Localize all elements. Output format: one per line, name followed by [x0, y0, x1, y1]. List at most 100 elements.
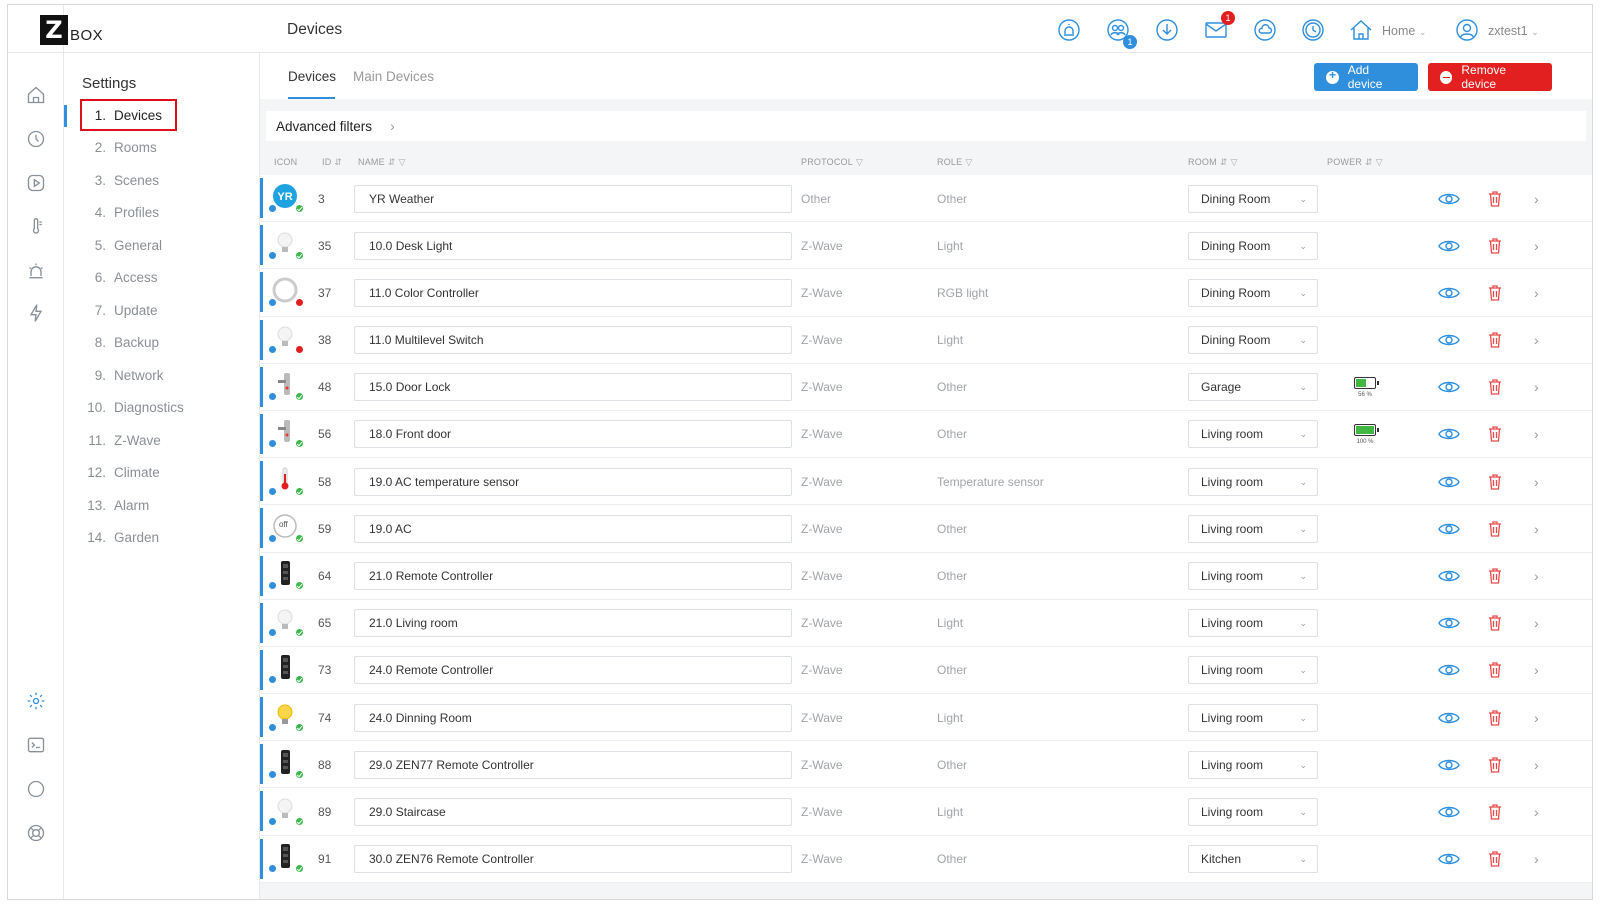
view-eye-icon[interactable]	[1438, 175, 1460, 222]
settings-nav-item-backup[interactable]: 8. Backup	[64, 327, 259, 360]
settings-nav-item-garden[interactable]: 14. Garden	[64, 522, 259, 555]
col-protocol[interactable]: PROTOCOL ▽	[801, 157, 863, 168]
delete-trash-icon[interactable]	[1488, 269, 1502, 316]
table-row[interactable]: 65 21.0 Living room Z-Wave Light Living room…	[260, 599, 1592, 647]
sort-icon[interactable]: ⇵	[388, 157, 396, 167]
settings-nav-item-climate[interactable]: 12. Climate	[64, 457, 259, 490]
filter-icon[interactable]: ▽	[399, 157, 406, 167]
user-menu[interactable]: zxtest1 ⌄	[1488, 24, 1539, 38]
chevron-right-icon[interactable]: ›	[1534, 505, 1539, 552]
device-name-input[interactable]: 15.0 Door Lock	[354, 373, 792, 402]
room-select[interactable]: Living room ⌄	[1188, 562, 1318, 590]
settings-nav-item-rooms[interactable]: 2. Rooms	[64, 132, 259, 165]
tab-devices[interactable]: Devices	[288, 69, 336, 84]
help-icon[interactable]	[24, 821, 48, 845]
device-name-input[interactable]: 19.0 AC temperature sensor	[354, 467, 792, 496]
col-id[interactable]: ID ⇵	[322, 157, 342, 168]
settings-nav-item-access[interactable]: 6. Access	[64, 262, 259, 295]
table-row[interactable]: off 59 19.0 AC Z-Wave Other Living room ⌄ ›	[260, 505, 1592, 553]
device-name-input[interactable]: 29.0 Staircase	[354, 797, 792, 826]
users-icon[interactable]: 1	[1105, 17, 1137, 49]
chevron-right-icon[interactable]: ›	[1534, 836, 1539, 883]
device-name-input[interactable]: 30.0 ZEN76 Remote Controller	[354, 845, 792, 874]
room-select[interactable]: Living room ⌄	[1188, 467, 1318, 496]
room-select[interactable]: Dining Room ⌄	[1188, 184, 1318, 213]
col-room[interactable]: ROOM ⇵ ▽	[1188, 157, 1238, 168]
settings-nav-item-diagnostics[interactable]: 10. Diagnostics	[64, 392, 259, 425]
settings-nav-item-network[interactable]: 9. Network	[64, 359, 259, 392]
col-power[interactable]: POWER ⇵ ▽	[1327, 157, 1383, 168]
user-avatar-icon[interactable]	[1454, 17, 1480, 43]
chevron-right-icon[interactable]: ›	[1534, 269, 1539, 316]
device-name-input[interactable]: 18.0 Front door	[354, 420, 792, 449]
col-role[interactable]: ROLE ▽	[937, 157, 972, 168]
chevron-right-icon[interactable]: ›	[1534, 175, 1539, 222]
view-eye-icon[interactable]	[1438, 222, 1460, 269]
room-select[interactable]: Dining Room ⌄	[1188, 326, 1318, 355]
view-eye-icon[interactable]	[1438, 647, 1460, 694]
chevron-right-icon[interactable]: ›	[1534, 741, 1539, 788]
delete-trash-icon[interactable]	[1488, 317, 1502, 364]
device-name-input[interactable]: 11.0 Multilevel Switch	[354, 326, 792, 355]
settings-nav-item-alarm[interactable]: 13. Alarm	[64, 489, 259, 522]
view-eye-icon[interactable]	[1438, 741, 1460, 788]
chevron-right-icon[interactable]: ›	[1534, 600, 1539, 647]
room-select[interactable]: Living room ⌄	[1188, 656, 1318, 685]
table-row[interactable]: 88 29.0 ZEN77 Remote Controller Z-Wave Othe…	[260, 741, 1592, 789]
view-eye-icon[interactable]	[1438, 553, 1460, 600]
delete-trash-icon[interactable]	[1488, 694, 1502, 741]
alarm-status-icon[interactable]	[1056, 17, 1082, 43]
settings-nav-item-general[interactable]: 5. General	[64, 229, 259, 262]
table-row[interactable]: 74 24.0 Dinning Room Z-Wave Light Living roo…	[260, 694, 1592, 742]
room-select[interactable]: Living room ⌄	[1188, 797, 1318, 826]
settings-nav-item-update[interactable]: 7. Update	[64, 294, 259, 327]
chevron-right-icon[interactable]: ›	[1534, 364, 1539, 411]
filter-icon[interactable]: ▽	[856, 157, 863, 167]
add-device-button[interactable]: Add device	[1314, 63, 1418, 91]
sort-icon[interactable]: ⇵	[334, 157, 342, 167]
chevron-right-icon[interactable]: ›	[1534, 222, 1539, 269]
view-eye-icon[interactable]	[1438, 505, 1460, 552]
home-icon[interactable]	[24, 83, 48, 107]
settings-gear-icon[interactable]	[24, 689, 48, 713]
table-row[interactable]: 56 18.0 Front door Z-Wave Other Living room ⌄…	[260, 410, 1592, 459]
room-select[interactable]: Living room ⌄	[1188, 703, 1318, 732]
view-eye-icon[interactable]	[1438, 788, 1460, 835]
room-select[interactable]: Living room ⌄	[1188, 514, 1318, 543]
tab-main-devices[interactable]: Main Devices	[353, 69, 434, 84]
remove-device-button[interactable]: Remove device	[1428, 63, 1552, 91]
zbox-logo[interactable]: Z BOX	[40, 15, 103, 45]
room-select[interactable]: Kitchen ⌄	[1188, 845, 1318, 874]
device-name-input[interactable]: 21.0 Living room	[354, 609, 792, 638]
download-icon[interactable]	[1154, 17, 1180, 43]
sort-icon[interactable]: ⇵	[1365, 157, 1373, 167]
room-select[interactable]: Living room ⌄	[1188, 420, 1318, 449]
delete-trash-icon[interactable]	[1488, 175, 1502, 222]
room-select[interactable]: Living room ⌄	[1188, 750, 1318, 779]
chevron-right-icon[interactable]: ›	[1534, 458, 1539, 505]
sort-icon[interactable]: ⇵	[1220, 157, 1228, 167]
chevron-right-icon[interactable]: ›	[1534, 647, 1539, 694]
delete-trash-icon[interactable]	[1488, 411, 1502, 458]
delete-trash-icon[interactable]	[1488, 505, 1502, 552]
device-name-input[interactable]: YR Weather	[354, 184, 792, 213]
delete-trash-icon[interactable]	[1488, 364, 1502, 411]
table-row[interactable]: 73 24.0 Remote Controller Z-Wave Other Livin…	[260, 646, 1592, 695]
delete-trash-icon[interactable]	[1488, 553, 1502, 600]
view-eye-icon[interactable]	[1438, 364, 1460, 411]
table-row[interactable]: 64 21.0 Remote Controller Z-Wave Other Livin…	[260, 552, 1592, 600]
advanced-filters[interactable]: Advanced filters ›	[266, 111, 1586, 141]
delete-trash-icon[interactable]	[1488, 458, 1502, 505]
device-name-input[interactable]: 10.0 Desk Light	[354, 231, 792, 260]
filter-icon[interactable]: ▽	[965, 157, 972, 167]
table-row[interactable]: YR 3 YR Weather Other Other Dining Room ⌄ ›	[260, 175, 1592, 223]
view-eye-icon[interactable]	[1438, 269, 1460, 316]
settings-nav-item-z-wave[interactable]: 11. Z-Wave	[64, 424, 259, 457]
delete-trash-icon[interactable]	[1488, 600, 1502, 647]
clock-icon[interactable]	[1300, 17, 1326, 43]
room-select[interactable]: Garage ⌄	[1188, 373, 1318, 402]
table-row[interactable]: 48 15.0 Door Lock Z-Wave Other Garage ⌄ 56 % ›	[260, 363, 1592, 411]
chat-icon[interactable]	[24, 777, 48, 801]
filter-icon[interactable]: ▽	[1376, 157, 1383, 167]
delete-trash-icon[interactable]	[1488, 222, 1502, 269]
